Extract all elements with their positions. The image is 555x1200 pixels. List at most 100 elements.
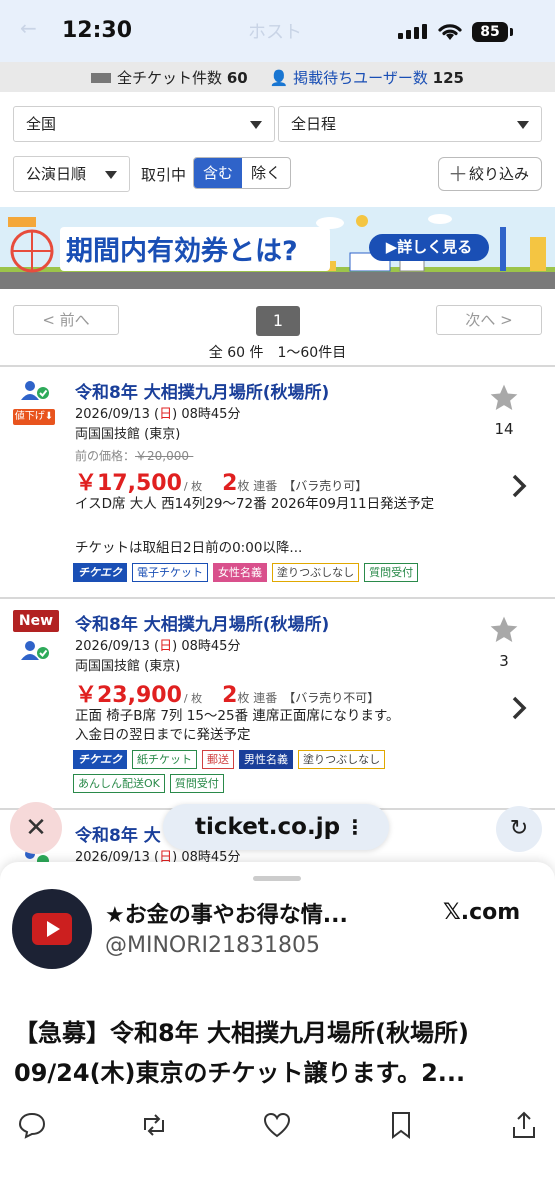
page-ghost-title: ホスト [248, 22, 302, 43]
reload-button[interactable]: ↻ [496, 806, 542, 852]
listing-tags: チケエク 紙チケット 郵送 男性名義 塗りつぶしなしあんしん配送OK 質問受付 [73, 750, 473, 793]
schedule-value: 全日程 [291, 115, 337, 133]
battery-nub [510, 28, 513, 36]
seller-verified-icon [21, 381, 49, 400]
like-icon[interactable] [262, 1110, 292, 1140]
tweet-line-2: 09/24(木)東京のチケット譲ります。2... [14, 1059, 466, 1087]
tag-badge: 女性名義 [213, 563, 267, 582]
price-drop-badge: 値下げ⬇ [13, 409, 55, 425]
divider [0, 365, 555, 367]
total-count: 60 [226, 68, 248, 87]
tweet-text[interactable]: 【急募】令和8年 大相撲九月場所(秋場所) 09/24(木)東京のチケット譲りま… [14, 1013, 544, 1093]
repost-icon[interactable] [139, 1110, 169, 1140]
waiting-users[interactable]: 👤 掲載待ちユーザー数 125 [270, 67, 464, 88]
divider [0, 597, 555, 599]
avatar[interactable] [12, 889, 92, 969]
tweet-line-1: 【急募】令和8年 大相撲九月場所(秋場所) [14, 1019, 469, 1047]
waiting-label[interactable]: 掲載待ちユーザー数 [293, 69, 428, 87]
battery-icon: 85 [472, 22, 508, 42]
tag-badge: 紙チケット [132, 750, 197, 769]
reply-icon[interactable] [17, 1110, 47, 1140]
listing-title[interactable]: 令和8年 大相撲九月場所(秋場所) [75, 610, 329, 635]
favorite-count: 3 [499, 652, 509, 670]
tag-badge: チケエク [73, 750, 127, 769]
status-bar: ← 12:30 ホスト 85 [0, 0, 555, 62]
account-handle[interactable]: @MINORI21831805 [105, 933, 320, 958]
ticket-count-bar: 全チケット件数 60 👤 掲載待ちユーザー数 125 [0, 62, 555, 92]
waiting-count: 125 [432, 68, 464, 87]
listing-date: 2026/09/13 (日) 08時45分 [75, 407, 241, 422]
total-tickets: 全チケット件数 60 [91, 67, 248, 88]
sort-value: 公演日順 [26, 165, 87, 183]
listing-description: イスD席 大人 西14列29〜72番 2026年09月11日発送予定 [75, 496, 435, 512]
sort-select[interactable]: 公演日順 [13, 156, 130, 192]
chevron-right-icon[interactable] [510, 472, 528, 500]
favorite-count: 14 [494, 420, 514, 438]
tag-badge: 質問受付 [169, 774, 224, 793]
ticket-icon [91, 73, 112, 83]
listing-price: ￥17,500/ 枚 2枚 連番 【バラ売り可】 [75, 471, 368, 496]
wifi-icon [438, 24, 462, 40]
back-arrow-icon: ← [20, 16, 37, 40]
tag-badge: 電子チケット [132, 563, 208, 582]
schedule-select[interactable]: 全日程 [278, 106, 542, 142]
next-page-button[interactable]: 次へ > [436, 305, 542, 335]
url-bar[interactable]: ticket.co.jp ⋮ [163, 804, 389, 850]
listing-date: 2026/09/13 (日) 08時45分 [75, 639, 241, 654]
chevron-down-icon [105, 171, 117, 179]
chevron-down-icon [517, 121, 529, 129]
tag-badge: 塗りつぶしなし [272, 563, 360, 582]
prev-page-button[interactable]: < 前へ [13, 305, 119, 335]
tag-badge: チケエク [73, 563, 127, 582]
previous-price: 前の価格：￥20,000- [75, 449, 194, 463]
total-label: 全チケット件数 [117, 68, 223, 87]
user-icon: 👤 [269, 68, 289, 87]
result-count: 全 60 件 1〜60件目 [208, 345, 347, 361]
favorite-star-icon[interactable] [488, 382, 520, 414]
banner-text: 期間内有効券とは? [66, 236, 298, 267]
listing-tags: チケエク 電子チケット 女性名義 塗りつぶしなし 質問受付 [73, 563, 473, 582]
seller-verified-icon [21, 641, 49, 660]
more-menu-icon[interactable]: ⋮ [345, 804, 365, 850]
tag-badge: 男性名義 [239, 750, 293, 769]
current-page[interactable]: 1 [256, 306, 300, 336]
tweet-actions [0, 1110, 555, 1150]
narrow-filter-button[interactable]: ＋ 絞り込み [438, 157, 542, 191]
trading-toggle: 含む 除く [193, 157, 291, 189]
sheet-handle[interactable] [253, 876, 301, 881]
clock: 12:30 [62, 18, 133, 43]
exclude-button[interactable]: 除く [242, 158, 290, 188]
listing-venue: 両国国技館 (東京) [75, 427, 181, 442]
trading-label: 取引中 [141, 166, 187, 184]
listing-note: 入金日の翌日までに発送予定 [75, 727, 251, 743]
listing-title[interactable]: 令和8年 大 [75, 821, 161, 846]
tag-badge: 質問受付 [364, 563, 419, 582]
new-badge: New [13, 610, 59, 632]
listing-venue: 両国国技館 (東京) [75, 659, 181, 674]
banner-cta-button[interactable]: ▶詳しく見る [369, 234, 489, 261]
play-logo-icon [32, 913, 72, 945]
close-button[interactable]: ✕ [10, 802, 62, 854]
listing-description: 正面 椅子B席 7列 15〜25番 連席正面席になります。 [75, 708, 400, 724]
listing-note: チケットは取組日2日前の0:00以降... [75, 540, 303, 556]
tag-badge: 郵送 [202, 750, 234, 769]
chevron-down-icon [250, 121, 262, 129]
region-value: 全国 [26, 115, 57, 133]
share-icon[interactable] [509, 1110, 539, 1140]
tag-badge: あんしん配送OK [73, 774, 165, 793]
source-label: 𝕏.com [443, 900, 521, 925]
account-name[interactable]: ★お金の事やお得な情... [105, 897, 348, 929]
include-button[interactable]: 含む [194, 158, 242, 188]
listing-price: ￥23,900/ 枚 2枚 連番 【バラ売り不可】 [75, 683, 380, 708]
favorite-star-icon[interactable] [488, 614, 520, 646]
tag-badge: 塗りつぶしなし [298, 750, 386, 769]
url-text: ticket.co.jp [195, 814, 341, 840]
chevron-right-icon[interactable] [510, 694, 528, 722]
promo-banner[interactable]: 期間内有効券とは? ▶詳しく見る [0, 207, 555, 289]
plus-icon: ＋ [448, 162, 468, 186]
bookmark-icon[interactable] [386, 1110, 416, 1140]
narrow-label: 絞り込み [469, 165, 530, 183]
cellular-signal-icon [398, 24, 427, 39]
region-select[interactable]: 全国 [13, 106, 275, 142]
listing-title[interactable]: 令和8年 大相撲九月場所(秋場所) [75, 378, 329, 403]
